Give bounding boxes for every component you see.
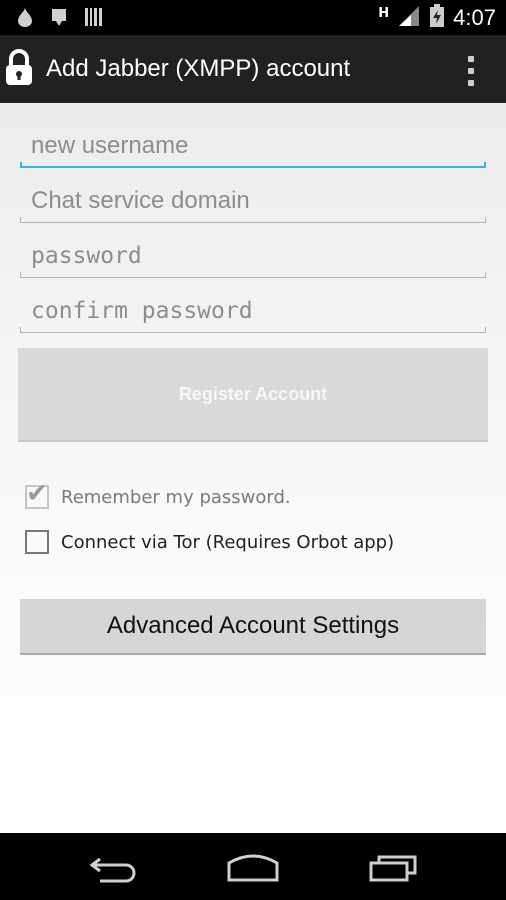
page-title: Add Jabber (XMPP) account: [46, 55, 351, 82]
network-type-label: H: [378, 6, 390, 21]
bell-notification-icon: [48, 6, 70, 32]
navigation-bar: [0, 833, 506, 900]
home-icon[interactable]: [226, 853, 280, 887]
clock: 4:07: [453, 4, 496, 30]
username-field-container: [20, 126, 486, 174]
recent-apps-icon[interactable]: [368, 851, 422, 887]
domain-field-container: [20, 181, 486, 229]
barcode-notification-icon: [84, 6, 104, 32]
signal-icon: [397, 5, 421, 31]
domain-input[interactable]: [20, 181, 486, 221]
advanced-settings-button[interactable]: Advanced Account Settings: [20, 599, 486, 655]
battery-icon: [429, 3, 445, 32]
remember-password-checkbox[interactable]: ✔: [25, 479, 49, 509]
username-input[interactable]: [20, 126, 486, 166]
action-bar: Add Jabber (XMPP) account: [0, 35, 506, 103]
registration-form: Register Account ✔ Remember my password.…: [0, 103, 506, 833]
register-account-button[interactable]: Register Account: [18, 348, 488, 442]
confirm-field-container: [20, 291, 486, 339]
overflow-menu-icon[interactable]: [466, 56, 476, 86]
tor-row[interactable]: Connect via Tor (Requires Orbot app): [25, 530, 394, 554]
back-icon[interactable]: [88, 853, 138, 887]
password-field-container: [20, 236, 486, 284]
checkmark-icon: ✔: [26, 479, 48, 509]
username-underline: [20, 162, 486, 168]
status-bar: H 4:07: [0, 0, 506, 35]
confirm-password-input[interactable]: [20, 291, 486, 331]
domain-underline: [20, 217, 486, 223]
password-input[interactable]: [20, 236, 486, 276]
tor-checkbox[interactable]: [25, 530, 49, 554]
remember-password-row[interactable]: ✔ Remember my password.: [25, 479, 291, 509]
confirm-underline: [20, 327, 486, 333]
lock-app-icon[interactable]: [4, 49, 34, 87]
tor-label: Connect via Tor (Requires Orbot app): [61, 531, 395, 553]
password-underline: [20, 272, 486, 278]
drop-notification-icon: [16, 6, 34, 32]
remember-password-label: Remember my password.: [61, 486, 291, 508]
